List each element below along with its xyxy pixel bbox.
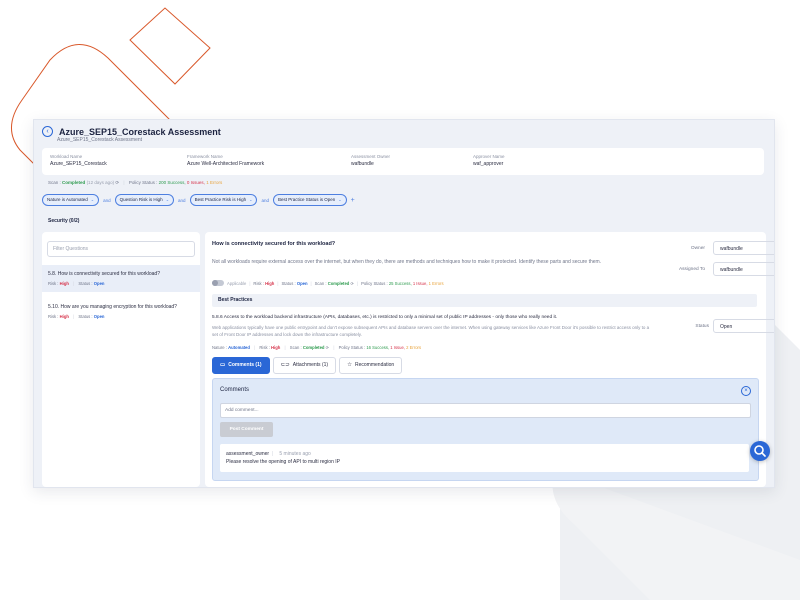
filter-chip-nature[interactable]: Nature is Automated ⌄ xyxy=(42,194,100,206)
filter-questions-input[interactable]: Filter Questions xyxy=(47,241,195,257)
comment-time: 5 minutes ago xyxy=(279,451,311,457)
owner-select[interactable]: wafbundle⌄ xyxy=(713,241,774,255)
post-comment-button[interactable]: Post Comment xyxy=(220,422,273,437)
tab-recommendation[interactable]: ☆ Recommendation xyxy=(339,357,403,374)
filter-chip-bp-risk[interactable]: Best Practice Risk is High ⌄ xyxy=(189,194,258,206)
back-icon[interactable]: ‹ xyxy=(42,126,53,137)
refresh-icon[interactable]: ⟳ xyxy=(351,281,355,286)
chevron-down-icon: ⌄ xyxy=(90,197,95,202)
filter-chip-bp-status[interactable]: Best Practice Status is Open ⌄ xyxy=(272,194,347,206)
framework-value: Azure Well-Architected Framework xyxy=(187,161,265,167)
comment-author: assessment_owner xyxy=(226,451,270,457)
approver-value: waf_approver xyxy=(473,161,504,167)
add-comment-input[interactable]: Add comment... xyxy=(220,403,751,418)
filter-joiner: and xyxy=(261,197,269,203)
chevron-down-icon: ⌄ xyxy=(338,197,342,202)
bp-status-label: Status xyxy=(695,324,709,329)
search-fab-button[interactable] xyxy=(750,441,770,461)
close-icon[interactable]: × xyxy=(741,386,751,396)
comments-title: Comments xyxy=(220,387,250,393)
risk-value: High xyxy=(59,314,69,319)
page-title: Azure_SEP15_Corestack Assessment xyxy=(59,126,221,137)
decorative-orange-diamond xyxy=(129,7,211,85)
comment-icon: ▭ xyxy=(220,362,226,368)
question-detail-panel: How is connectivity secured for this wor… xyxy=(205,232,774,487)
search-icon xyxy=(754,445,766,457)
scan-status: Completed xyxy=(327,280,350,286)
section-title: Security (0/2) xyxy=(48,218,80,224)
assigned-to-select[interactable]: wafbundle⌄ xyxy=(713,262,774,276)
detail-tabs: ▭ Comments (1) ⊂⊃ Attachments (1) ☆ Recomme… xyxy=(212,357,405,374)
best-practices-header: Best Practices xyxy=(212,294,757,307)
policy-issues: 0 Issues, xyxy=(186,180,205,185)
question-list-panel: Filter Questions 5.8. How is connectivit… xyxy=(42,232,200,487)
page-subtitle: Azure_SEP15_Corestack Assessment xyxy=(57,137,143,143)
best-practice-meta: Nature : Automated | Risk : High | Scan … xyxy=(212,345,422,350)
scan-label: Scan : xyxy=(48,180,61,185)
chevron-down-icon: ⌄ xyxy=(249,197,253,202)
applicable-label: Applicable xyxy=(227,280,247,286)
question-item[interactable]: 5.10. How are you managing encryption fo… xyxy=(42,298,200,325)
best-practice-title: 5.8.6 Access to the workload backend inf… xyxy=(212,315,558,320)
assessment-info-card: Workload Name Azure_SEP15_Corestack Fram… xyxy=(42,148,764,175)
approver-label: Approver Name xyxy=(473,154,505,159)
risk-value: High xyxy=(265,280,275,286)
star-icon: ☆ xyxy=(347,362,352,368)
scan-status: Completed xyxy=(62,180,86,185)
comments-box: Comments × Add comment... Post Comment a… xyxy=(212,378,759,481)
question-item[interactable]: 5.8. How is connectivity secured for thi… xyxy=(42,265,200,292)
comment-item: assessment_owner | 5 minutes ago Please re… xyxy=(220,444,749,472)
question-meta: Applicable | Risk : High | Status : Open… xyxy=(212,280,444,286)
owner-label: Owner xyxy=(690,246,705,251)
scan-ago: (12 days ago) xyxy=(86,180,115,185)
comment-text: Please resolve the opening of API to mul… xyxy=(226,459,340,465)
bp-status-select[interactable]: Open⌄ xyxy=(713,319,774,333)
filter-bar: Nature is Automated ⌄ and Question Risk i… xyxy=(42,194,355,206)
policy-success: 200 Success, xyxy=(158,180,186,185)
status-value: Open xyxy=(296,280,308,286)
filter-joiner: and xyxy=(103,197,111,203)
attachment-icon: ⊂⊃ xyxy=(280,362,290,368)
status-value: Open xyxy=(93,281,105,286)
tab-attachments[interactable]: ⊂⊃ Attachments (1) xyxy=(272,357,337,374)
policy-label: Policy Status : xyxy=(128,180,158,185)
refresh-icon[interactable]: ⟳ xyxy=(115,180,119,185)
add-filter-icon[interactable]: + xyxy=(351,197,355,204)
policy-errors: 1 Errors xyxy=(206,180,223,185)
chevron-down-icon: ⌄ xyxy=(165,197,170,202)
question-title: How is connectivity secured for this wor… xyxy=(212,241,336,247)
workload-label: Workload Name xyxy=(50,154,83,159)
filter-chip-question-risk[interactable]: Question Risk is High ⌄ xyxy=(114,194,175,206)
filter-joiner: and xyxy=(178,197,186,203)
question-description: Not all workloads require external acces… xyxy=(212,259,602,265)
owner-value: wafbundle xyxy=(351,161,374,167)
owner-label: Assessment Owner xyxy=(351,154,391,159)
assigned-label: Assigned To xyxy=(678,267,705,272)
framework-label: Framework Name xyxy=(187,154,223,159)
risk-value: High xyxy=(59,281,69,286)
refresh-icon[interactable]: ⟳ xyxy=(326,345,330,350)
tab-comments[interactable]: ▭ Comments (1) xyxy=(212,357,270,374)
applicable-toggle[interactable] xyxy=(212,280,224,286)
status-value: Open xyxy=(93,314,105,319)
question-text: 5.8. How is connectivity secured for thi… xyxy=(48,271,160,277)
workload-value: Azure_SEP15_Corestack xyxy=(50,161,107,167)
best-practice-description: Web applications typically have one publ… xyxy=(212,325,650,337)
question-text: 5.10. How are you managing encryption fo… xyxy=(48,304,177,310)
scan-status-line: Scan : Completed (12 days ago) ⟳ | Polic… xyxy=(48,180,223,185)
assessment-window: ‹ Azure_SEP15_Corestack Assessment Azure… xyxy=(33,119,775,488)
